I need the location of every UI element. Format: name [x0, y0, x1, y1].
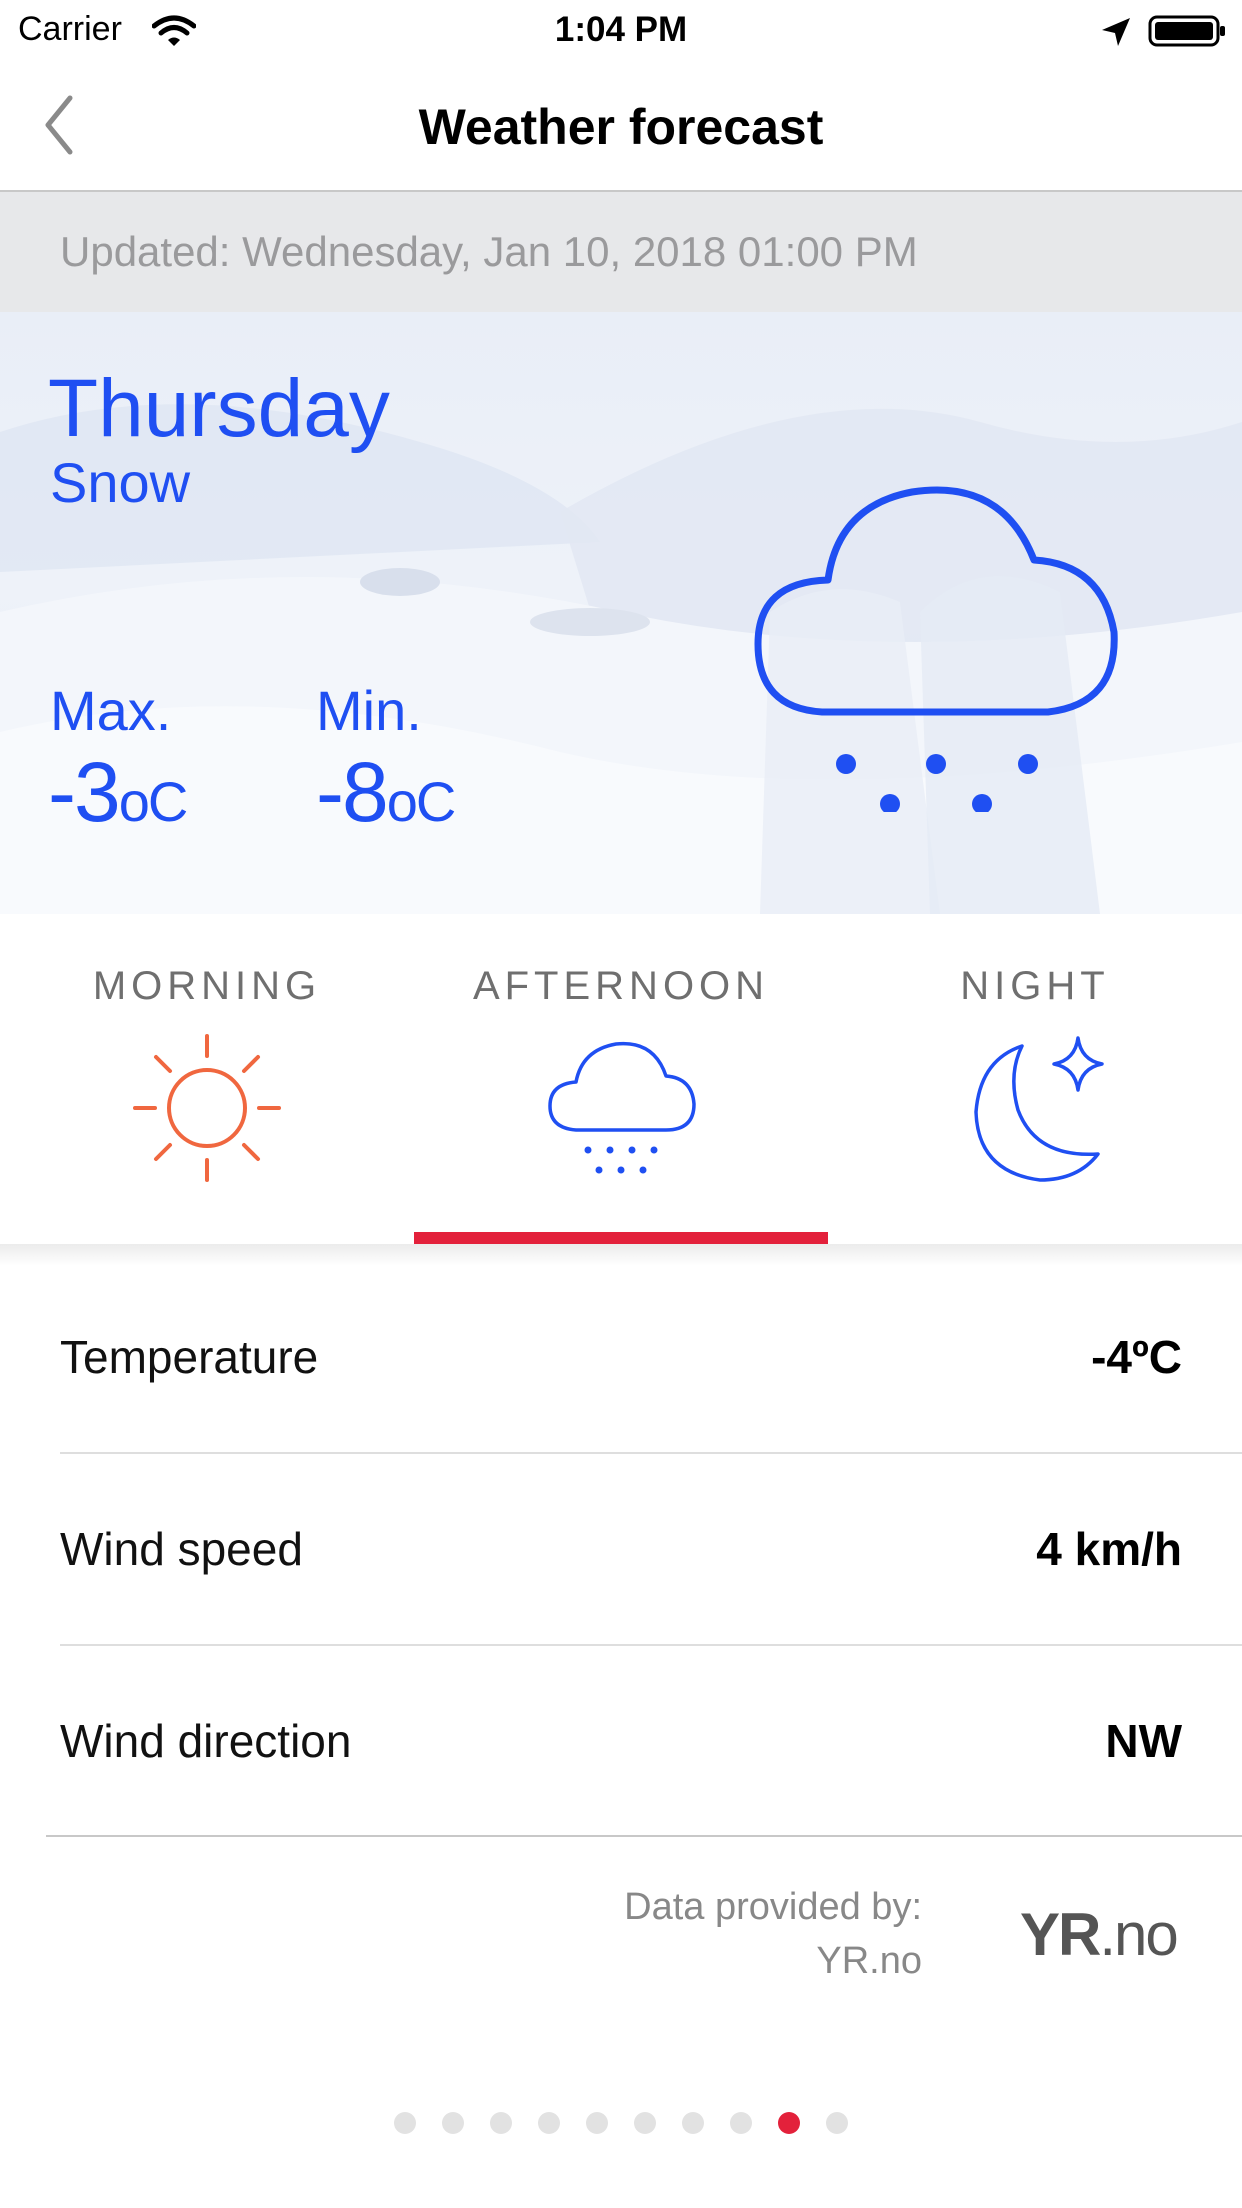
max-temp-value: -3oC — [48, 744, 189, 841]
page-dot — [778, 2112, 800, 2134]
page-dot — [634, 2112, 656, 2134]
page-dot — [730, 2112, 752, 2134]
tab-night-label: NIGHT — [960, 964, 1110, 1008]
detail-row-wind-speed: Wind speed 4 km/h — [60, 1454, 1242, 1646]
page-dot — [538, 2112, 560, 2134]
max-temp-unit: oC — [118, 770, 189, 833]
provider-line-1: Data provided by: — [624, 1886, 922, 1928]
page-title: Weather forecast — [418, 99, 824, 155]
page-dot — [490, 2112, 512, 2134]
min-temp-number: -8 — [316, 745, 389, 839]
navigation-bar: Weather forecast — [0, 62, 1242, 192]
detail-row-temperature: Temperature -4ºC — [60, 1262, 1242, 1454]
detail-value: -4ºC — [1091, 1331, 1182, 1383]
tab-night[interactable]: NIGHT — [828, 914, 1242, 1244]
data-provider-credit: Data provided by: YR.no — [500, 1880, 922, 1988]
min-temp-unit: oC — [386, 770, 457, 833]
forecast-condition: Snow — [50, 451, 191, 514]
tab-morning[interactable]: MORNING — [0, 914, 414, 1244]
yr-logo-bold: YR — [1020, 1901, 1101, 1968]
updated-timestamp: Updated: Wednesday, Jan 10, 2018 01:00 P… — [60, 228, 918, 275]
status-bar: Carrier 1:04 PM — [0, 0, 1242, 62]
moon-star-icon — [974, 1036, 1104, 1182]
yr-logo-light: .no — [1099, 1901, 1178, 1968]
tab-afternoon-label: AFTERNOON — [472, 964, 770, 1008]
yr-logo[interactable]: YR.no — [1020, 1900, 1179, 1969]
page-dot — [394, 2112, 416, 2134]
divider — [46, 1835, 1242, 1837]
forecast-hero: Thursday Snow Max. -3oC Min. -8oC — [0, 312, 1242, 914]
battery-icon — [1148, 15, 1225, 47]
detail-label: Wind direction — [60, 1715, 352, 1767]
selected-tab-indicator — [414, 1232, 828, 1244]
min-temp-value: -8oC — [316, 744, 457, 841]
page-dot — [586, 2112, 608, 2134]
max-temp-number: -3 — [48, 745, 121, 839]
page-dot — [442, 2112, 464, 2134]
detail-label: Temperature — [60, 1331, 319, 1383]
snow-cloud-icon — [548, 1041, 696, 1174]
page-indicator[interactable] — [0, 2112, 1242, 2138]
updated-banner: Updated: Wednesday, Jan 10, 2018 01:00 P… — [0, 192, 1242, 312]
page-dot — [826, 2112, 848, 2134]
detail-row-wind-direction: Wind direction NW — [60, 1646, 1242, 1838]
max-temp-label: Max. — [50, 679, 172, 742]
detail-label: Wind speed — [60, 1523, 303, 1575]
provider-line-2: YR.no — [816, 1940, 922, 1982]
detail-value: 4 km/h — [1036, 1523, 1182, 1575]
page-dot — [682, 2112, 704, 2134]
location-arrow-icon — [1102, 18, 1130, 46]
detail-value: NW — [1105, 1715, 1182, 1767]
tab-afternoon[interactable]: AFTERNOON — [414, 914, 828, 1244]
forecast-day: Thursday — [48, 363, 390, 454]
status-time: 1:04 PM — [554, 10, 688, 49]
min-temp-label: Min. — [316, 679, 422, 742]
tab-morning-label: MORNING — [92, 964, 322, 1008]
snow-cloud-icon — [754, 486, 1118, 812]
sun-icon — [133, 1034, 281, 1182]
time-of-day-tabs: MORNING AFTERNOON NIGHT — [0, 914, 1242, 1244]
